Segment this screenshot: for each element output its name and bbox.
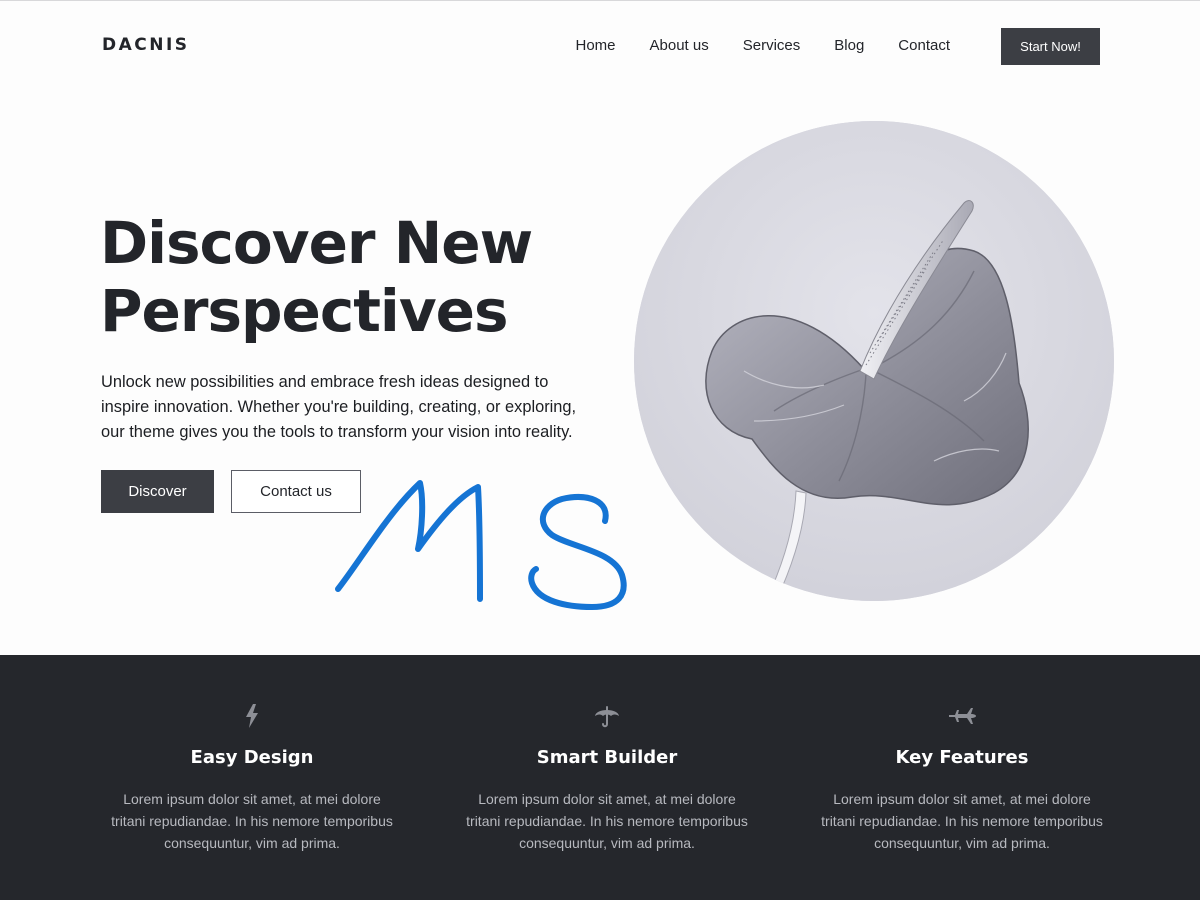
site-logo[interactable]: DACNIS xyxy=(102,35,190,55)
nav-contact[interactable]: Contact xyxy=(898,37,950,54)
hero-title-line: Discover New xyxy=(100,209,533,277)
feature-description-line: consequuntur, vim ad prima. xyxy=(519,835,695,851)
hero-title: Discover New Perspectives xyxy=(100,209,620,345)
nav-services[interactable]: Services xyxy=(743,37,801,54)
feature-description-line: consequuntur, vim ad prima. xyxy=(164,835,340,851)
feature-title: Easy Design xyxy=(190,747,314,768)
main-nav: Home About us Services Blog Contact xyxy=(576,37,951,54)
airplane-icon xyxy=(949,708,976,724)
hero-flower-image xyxy=(634,121,1114,601)
feature-description-line: Lorem ipsum dolor sit amet, at mei dolor… xyxy=(123,791,381,807)
feature-description: Lorem ipsum dolor sit amet, at mei dolor… xyxy=(87,788,417,854)
nav-blog[interactable]: Blog xyxy=(834,37,864,54)
feature-title: Smart Builder xyxy=(536,747,678,768)
hero-description-line: Unlock new possibilities and embrace fre… xyxy=(101,373,549,391)
handwritten-signature-ms xyxy=(335,480,627,610)
start-now-button[interactable]: Start Now! xyxy=(1001,28,1100,65)
site-header: DACNIS Home About us Services Blog Conta… xyxy=(0,1,1200,91)
feature-description-line: tritani repudiandae. In his nemore tempo… xyxy=(821,813,1103,829)
hero-description-line: our theme gives you the tools to transfo… xyxy=(101,423,573,441)
discover-button[interactable]: Discover xyxy=(101,470,214,513)
feature-description-line: consequuntur, vim ad prima. xyxy=(874,835,1050,851)
anthurium-flower-illustration xyxy=(634,121,1114,601)
umbrella-icon xyxy=(595,706,619,728)
nav-about-us[interactable]: About us xyxy=(650,37,709,54)
hero-title-line: Perspectives xyxy=(100,277,508,345)
feature-description-line: tritani repudiandae. In his nemore tempo… xyxy=(111,813,393,829)
feature-description: Lorem ipsum dolor sit amet, at mei dolor… xyxy=(797,788,1127,854)
nav-home[interactable]: Home xyxy=(576,37,616,54)
feature-description-line: Lorem ipsum dolor sit amet, at mei dolor… xyxy=(833,791,1091,807)
feature-title: Key Features xyxy=(895,747,1029,768)
features-section: Easy Design Lorem ipsum dolor sit amet, … xyxy=(0,655,1200,900)
feature-description-line: tritani repudiandae. In his nemore tempo… xyxy=(466,813,748,829)
hero-description: Unlock new possibilities and embrace fre… xyxy=(101,370,601,445)
feature-description: Lorem ipsum dolor sit amet, at mei dolor… xyxy=(442,788,772,854)
lightning-icon xyxy=(246,704,258,728)
hero-description-line: inspire innovation. Whether you're build… xyxy=(101,398,577,416)
feature-description-line: Lorem ipsum dolor sit amet, at mei dolor… xyxy=(478,791,736,807)
